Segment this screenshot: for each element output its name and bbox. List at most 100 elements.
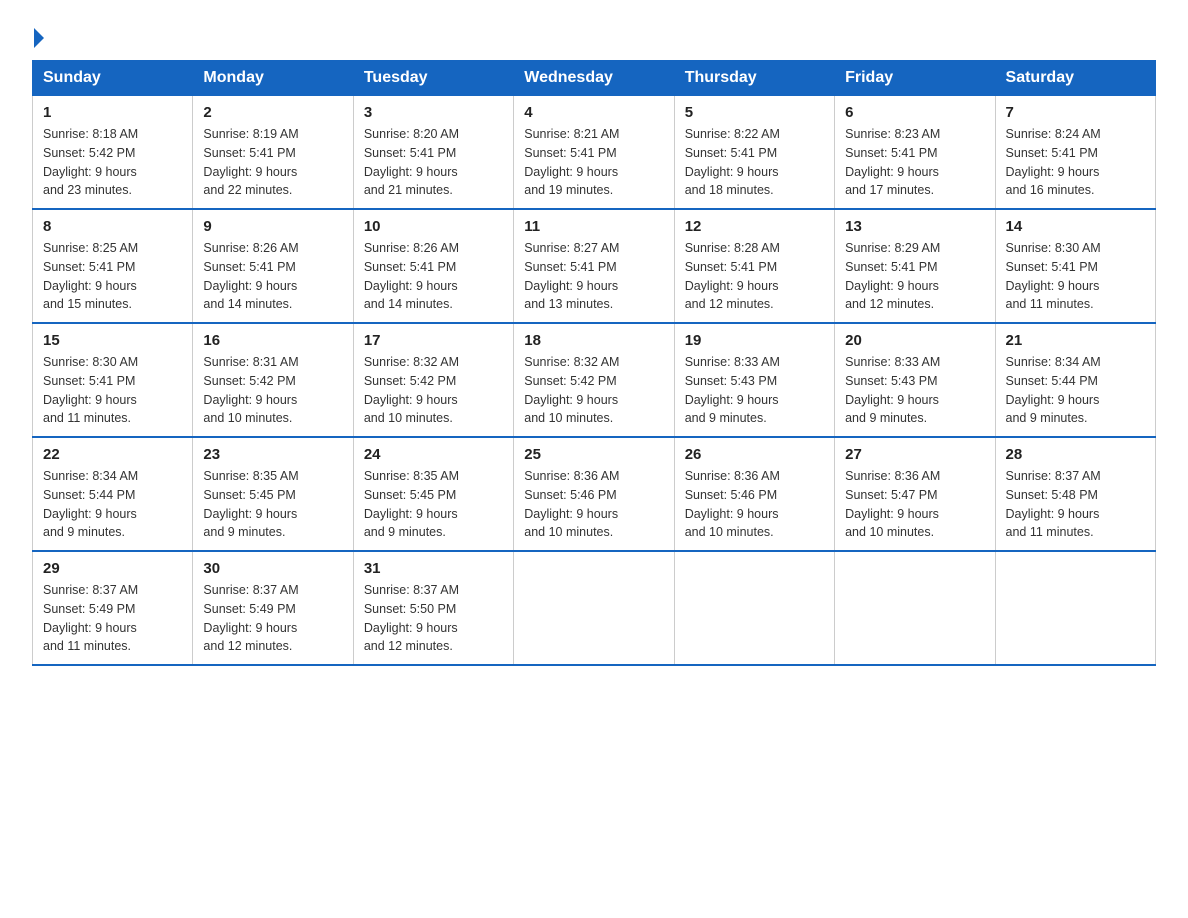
week-row-4: 22 Sunrise: 8:34 AM Sunset: 5:44 PM Dayl…	[33, 437, 1156, 551]
calendar-cell: 1 Sunrise: 8:18 AM Sunset: 5:42 PM Dayli…	[33, 96, 193, 210]
day-info: Sunrise: 8:19 AM Sunset: 5:41 PM Dayligh…	[203, 125, 342, 200]
day-info: Sunrise: 8:22 AM Sunset: 5:41 PM Dayligh…	[685, 125, 824, 200]
day-info: Sunrise: 8:37 AM Sunset: 5:49 PM Dayligh…	[43, 581, 182, 656]
day-info: Sunrise: 8:25 AM Sunset: 5:41 PM Dayligh…	[43, 239, 182, 314]
calendar-cell: 29 Sunrise: 8:37 AM Sunset: 5:49 PM Dayl…	[33, 551, 193, 665]
week-row-5: 29 Sunrise: 8:37 AM Sunset: 5:49 PM Dayl…	[33, 551, 1156, 665]
weekday-header-saturday: Saturday	[995, 61, 1155, 96]
day-info: Sunrise: 8:27 AM Sunset: 5:41 PM Dayligh…	[524, 239, 663, 314]
page-header	[32, 24, 1156, 44]
weekday-header-tuesday: Tuesday	[353, 61, 513, 96]
day-number: 24	[364, 446, 503, 463]
weekday-header-monday: Monday	[193, 61, 353, 96]
day-number: 9	[203, 218, 342, 235]
calendar-cell: 31 Sunrise: 8:37 AM Sunset: 5:50 PM Dayl…	[353, 551, 513, 665]
day-info: Sunrise: 8:32 AM Sunset: 5:42 PM Dayligh…	[524, 353, 663, 428]
day-number: 22	[43, 446, 182, 463]
day-number: 25	[524, 446, 663, 463]
day-info: Sunrise: 8:24 AM Sunset: 5:41 PM Dayligh…	[1006, 125, 1145, 200]
weekday-header-thursday: Thursday	[674, 61, 834, 96]
calendar-cell	[514, 551, 674, 665]
day-number: 18	[524, 332, 663, 349]
day-number: 29	[43, 560, 182, 577]
week-row-3: 15 Sunrise: 8:30 AM Sunset: 5:41 PM Dayl…	[33, 323, 1156, 437]
day-info: Sunrise: 8:18 AM Sunset: 5:42 PM Dayligh…	[43, 125, 182, 200]
calendar-cell: 21 Sunrise: 8:34 AM Sunset: 5:44 PM Dayl…	[995, 323, 1155, 437]
day-number: 17	[364, 332, 503, 349]
day-number: 5	[685, 104, 824, 121]
calendar-cell: 13 Sunrise: 8:29 AM Sunset: 5:41 PM Dayl…	[835, 209, 995, 323]
calendar-cell	[995, 551, 1155, 665]
day-number: 23	[203, 446, 342, 463]
day-info: Sunrise: 8:35 AM Sunset: 5:45 PM Dayligh…	[203, 467, 342, 542]
day-number: 2	[203, 104, 342, 121]
day-info: Sunrise: 8:30 AM Sunset: 5:41 PM Dayligh…	[1006, 239, 1145, 314]
day-number: 31	[364, 560, 503, 577]
weekday-header-wednesday: Wednesday	[514, 61, 674, 96]
calendar-cell: 10 Sunrise: 8:26 AM Sunset: 5:41 PM Dayl…	[353, 209, 513, 323]
day-number: 8	[43, 218, 182, 235]
day-number: 6	[845, 104, 984, 121]
calendar-cell: 2 Sunrise: 8:19 AM Sunset: 5:41 PM Dayli…	[193, 96, 353, 210]
day-info: Sunrise: 8:29 AM Sunset: 5:41 PM Dayligh…	[845, 239, 984, 314]
calendar-cell: 11 Sunrise: 8:27 AM Sunset: 5:41 PM Dayl…	[514, 209, 674, 323]
calendar-cell: 3 Sunrise: 8:20 AM Sunset: 5:41 PM Dayli…	[353, 96, 513, 210]
calendar-cell: 20 Sunrise: 8:33 AM Sunset: 5:43 PM Dayl…	[835, 323, 995, 437]
day-number: 12	[685, 218, 824, 235]
calendar-header: SundayMondayTuesdayWednesdayThursdayFrid…	[33, 61, 1156, 96]
day-number: 27	[845, 446, 984, 463]
day-info: Sunrise: 8:26 AM Sunset: 5:41 PM Dayligh…	[203, 239, 342, 314]
week-row-1: 1 Sunrise: 8:18 AM Sunset: 5:42 PM Dayli…	[33, 96, 1156, 210]
day-number: 11	[524, 218, 663, 235]
calendar-cell: 7 Sunrise: 8:24 AM Sunset: 5:41 PM Dayli…	[995, 96, 1155, 210]
calendar-cell: 15 Sunrise: 8:30 AM Sunset: 5:41 PM Dayl…	[33, 323, 193, 437]
day-info: Sunrise: 8:37 AM Sunset: 5:48 PM Dayligh…	[1006, 467, 1145, 542]
calendar-cell: 18 Sunrise: 8:32 AM Sunset: 5:42 PM Dayl…	[514, 323, 674, 437]
calendar-cell: 23 Sunrise: 8:35 AM Sunset: 5:45 PM Dayl…	[193, 437, 353, 551]
day-info: Sunrise: 8:34 AM Sunset: 5:44 PM Dayligh…	[43, 467, 182, 542]
calendar-cell: 19 Sunrise: 8:33 AM Sunset: 5:43 PM Dayl…	[674, 323, 834, 437]
day-number: 21	[1006, 332, 1145, 349]
day-info: Sunrise: 8:32 AM Sunset: 5:42 PM Dayligh…	[364, 353, 503, 428]
calendar-cell	[835, 551, 995, 665]
calendar-table: SundayMondayTuesdayWednesdayThursdayFrid…	[32, 60, 1156, 666]
calendar-body: 1 Sunrise: 8:18 AM Sunset: 5:42 PM Dayli…	[33, 96, 1156, 666]
calendar-cell: 17 Sunrise: 8:32 AM Sunset: 5:42 PM Dayl…	[353, 323, 513, 437]
day-number: 15	[43, 332, 182, 349]
calendar-cell: 27 Sunrise: 8:36 AM Sunset: 5:47 PM Dayl…	[835, 437, 995, 551]
week-row-2: 8 Sunrise: 8:25 AM Sunset: 5:41 PM Dayli…	[33, 209, 1156, 323]
calendar-cell: 14 Sunrise: 8:30 AM Sunset: 5:41 PM Dayl…	[995, 209, 1155, 323]
day-info: Sunrise: 8:28 AM Sunset: 5:41 PM Dayligh…	[685, 239, 824, 314]
weekday-header-sunday: Sunday	[33, 61, 193, 96]
calendar-cell: 28 Sunrise: 8:37 AM Sunset: 5:48 PM Dayl…	[995, 437, 1155, 551]
day-info: Sunrise: 8:37 AM Sunset: 5:49 PM Dayligh…	[203, 581, 342, 656]
calendar-cell: 16 Sunrise: 8:31 AM Sunset: 5:42 PM Dayl…	[193, 323, 353, 437]
calendar-cell: 9 Sunrise: 8:26 AM Sunset: 5:41 PM Dayli…	[193, 209, 353, 323]
day-info: Sunrise: 8:37 AM Sunset: 5:50 PM Dayligh…	[364, 581, 503, 656]
day-info: Sunrise: 8:33 AM Sunset: 5:43 PM Dayligh…	[685, 353, 824, 428]
day-info: Sunrise: 8:33 AM Sunset: 5:43 PM Dayligh…	[845, 353, 984, 428]
day-number: 16	[203, 332, 342, 349]
day-number: 28	[1006, 446, 1145, 463]
weekday-header-row: SundayMondayTuesdayWednesdayThursdayFrid…	[33, 61, 1156, 96]
calendar-cell: 4 Sunrise: 8:21 AM Sunset: 5:41 PM Dayli…	[514, 96, 674, 210]
day-number: 1	[43, 104, 182, 121]
logo	[32, 28, 44, 44]
day-number: 20	[845, 332, 984, 349]
day-info: Sunrise: 8:34 AM Sunset: 5:44 PM Dayligh…	[1006, 353, 1145, 428]
calendar-cell: 8 Sunrise: 8:25 AM Sunset: 5:41 PM Dayli…	[33, 209, 193, 323]
day-info: Sunrise: 8:35 AM Sunset: 5:45 PM Dayligh…	[364, 467, 503, 542]
calendar-cell	[674, 551, 834, 665]
day-number: 13	[845, 218, 984, 235]
calendar-cell: 22 Sunrise: 8:34 AM Sunset: 5:44 PM Dayl…	[33, 437, 193, 551]
day-number: 30	[203, 560, 342, 577]
day-info: Sunrise: 8:30 AM Sunset: 5:41 PM Dayligh…	[43, 353, 182, 428]
calendar-cell: 30 Sunrise: 8:37 AM Sunset: 5:49 PM Dayl…	[193, 551, 353, 665]
calendar-cell: 5 Sunrise: 8:22 AM Sunset: 5:41 PM Dayli…	[674, 96, 834, 210]
day-info: Sunrise: 8:20 AM Sunset: 5:41 PM Dayligh…	[364, 125, 503, 200]
day-info: Sunrise: 8:31 AM Sunset: 5:42 PM Dayligh…	[203, 353, 342, 428]
day-number: 19	[685, 332, 824, 349]
day-info: Sunrise: 8:23 AM Sunset: 5:41 PM Dayligh…	[845, 125, 984, 200]
day-number: 4	[524, 104, 663, 121]
logo-arrow-icon	[34, 28, 44, 48]
